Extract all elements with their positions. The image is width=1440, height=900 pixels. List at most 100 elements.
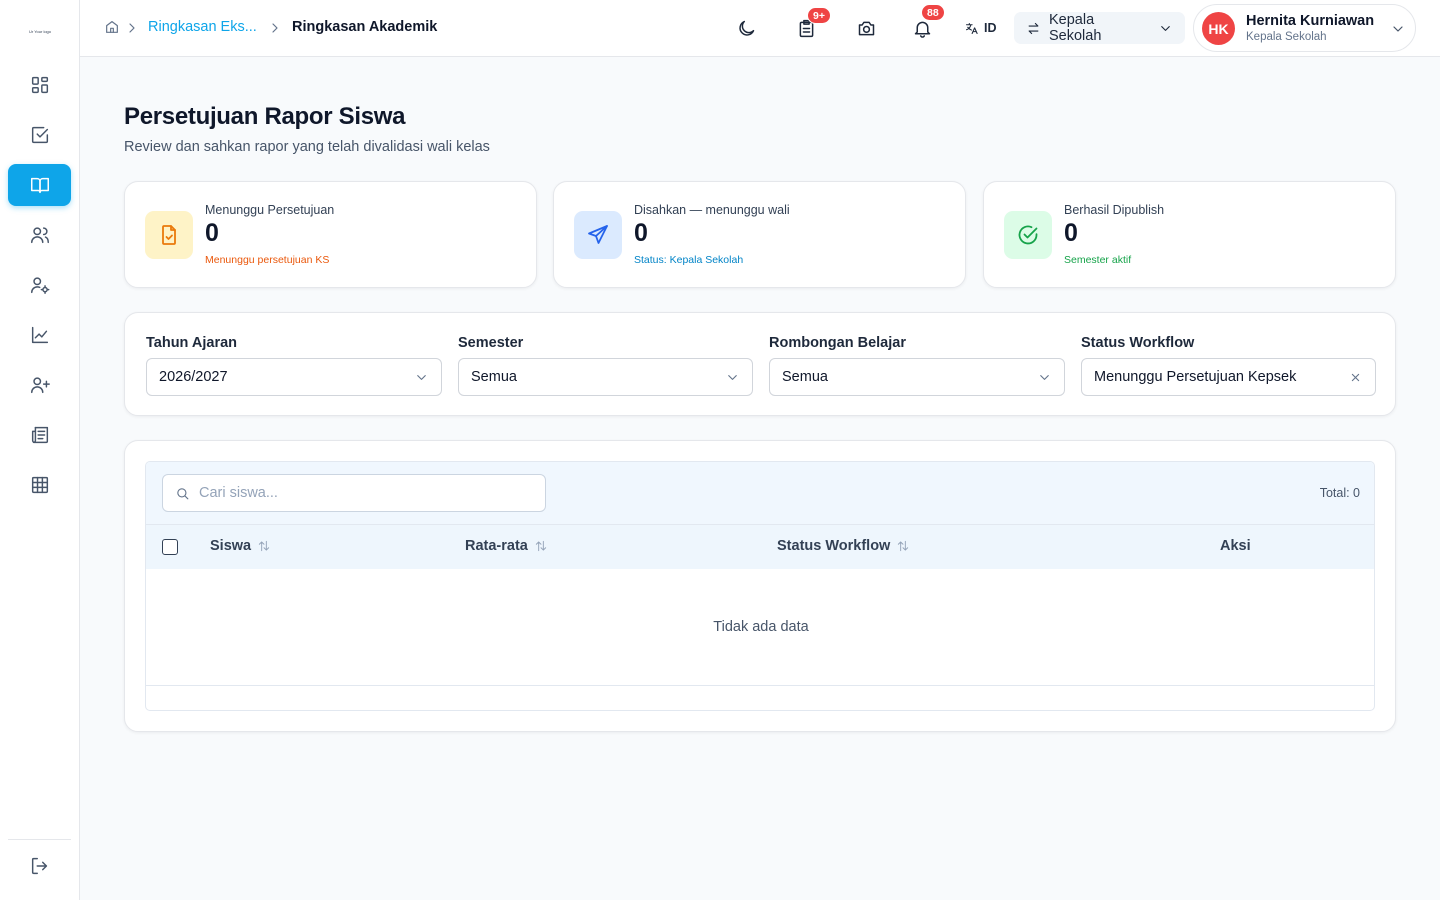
search-icon (177, 488, 189, 500)
tasks-notification-button[interactable]: 9+ (792, 7, 831, 42)
user-role: Kepala Sekolah (1246, 31, 1327, 43)
translate-icon (965, 22, 978, 34)
breadcrumb-home[interactable] (104, 19, 120, 35)
stat-card-approved: Disahkan — menunggu wali 0 Status: Kepal… (553, 181, 966, 288)
camera-button[interactable] (852, 14, 880, 42)
stat-note: Semester aktif (1064, 254, 1132, 266)
sidebar-item-grid[interactable] (8, 464, 71, 506)
column-label: Aksi (1220, 538, 1251, 554)
stat-card-pending: Menunggu Persetujuan 0 Menunggu persetuj… (124, 181, 537, 288)
avatar: HK (1202, 12, 1235, 45)
sidebar-item-tasks[interactable] (8, 114, 71, 156)
chart-line-icon (31, 326, 48, 344)
user-menu[interactable]: HK Hernita Kurniawan Kepala Sekolah (1193, 4, 1416, 52)
chevron-down-icon (1161, 25, 1170, 31)
file-check-icon (162, 225, 176, 245)
tasks-badge: 9+ (807, 7, 831, 24)
user-plus-icon (30, 377, 50, 394)
chevron-right-icon (267, 20, 283, 36)
filter-value: Semua (782, 369, 828, 385)
check-circle-icon (1018, 225, 1038, 245)
stat-value: 0 (634, 219, 648, 247)
app-logo: Ur Your logo (28, 29, 51, 34)
role-switch-label: Kepala Sekolah (1049, 12, 1102, 44)
sidebar-item-user-settings[interactable] (8, 264, 71, 306)
camera-icon (858, 21, 874, 35)
page-title: Persetujuan Rapor Siswa (124, 103, 406, 130)
book-open-icon (30, 177, 49, 194)
language-label: ID (984, 21, 997, 35)
chevron-down-icon (1390, 21, 1406, 37)
filter-year-select[interactable]: 2026/2027 (146, 358, 442, 396)
sort-icon (535, 540, 546, 552)
chevron-down-icon (725, 370, 740, 385)
theme-toggle-button[interactable] (732, 14, 760, 42)
language-switch[interactable]: ID (964, 19, 997, 37)
total-count: Total: 0 (1319, 486, 1360, 500)
stat-value: 0 (205, 219, 219, 247)
filter-value: Menunggu Persetujuan Kepsek (1094, 369, 1297, 385)
select-all-checkbox[interactable] (162, 539, 178, 555)
checkbox-icon (31, 126, 48, 144)
sidebar-item-analytics[interactable] (8, 314, 71, 356)
chevron-down-icon (1037, 370, 1052, 385)
page-subtitle: Review dan sahkan rapor yang telah dival… (124, 139, 490, 155)
stat-card-published: Berhasil Dipublish 0 Semester aktif (983, 181, 1396, 288)
home-icon (106, 21, 118, 33)
role-switch-dropdown[interactable]: Kepala Sekolah (1014, 12, 1185, 44)
search-box[interactable] (162, 474, 546, 512)
column-header-student[interactable]: Siswa (210, 538, 271, 554)
sidebar-divider (8, 839, 71, 840)
stat-icon-wrap (145, 211, 193, 259)
users-icon (30, 227, 49, 244)
sidebar-item-users[interactable] (8, 214, 71, 256)
filter-label-semester: Semester (458, 335, 524, 351)
table-header: Siswa Rata-rata Status Workflow Aksi (146, 525, 1374, 569)
filter-class-select[interactable]: Semua (769, 358, 1065, 396)
topbar: Ringkasan Eks... Ringkasan Akademik 9+ 8… (80, 0, 1440, 57)
sidebar-item-news[interactable] (8, 414, 71, 456)
sidebar-item-dashboard[interactable] (8, 64, 71, 106)
user-cog-icon (30, 277, 49, 294)
breadcrumb-parent[interactable]: Ringkasan Eks... (148, 19, 257, 35)
stat-label: Berhasil Dipublish (1064, 203, 1165, 217)
table-toolbar: Total: 0 (146, 462, 1374, 525)
filter-status-select[interactable]: Menunggu Persetujuan Kepsek (1081, 358, 1376, 396)
empty-state: Tidak ada data (146, 569, 1374, 686)
sidebar-item-add-user[interactable] (8, 364, 71, 406)
stat-label: Disahkan — menunggu wali (634, 203, 790, 217)
dashboard-icon (31, 76, 48, 94)
stat-icon-wrap (1004, 211, 1052, 259)
switch-arrows-icon (1028, 22, 1039, 34)
column-label: Rata-rata (465, 538, 528, 554)
filter-label-class: Rombongan Belajar (769, 335, 906, 351)
filter-label-status: Status Workflow (1081, 335, 1195, 351)
sidebar: Ur Your logo (0, 0, 80, 900)
notifications-button[interactable]: 88 (908, 4, 945, 42)
filter-value: 2026/2027 (159, 369, 228, 385)
stat-icon-wrap (574, 211, 622, 259)
notifications-badge: 88 (921, 4, 945, 21)
stat-label: Menunggu Persetujuan (205, 203, 335, 217)
stat-note: Status: Kepala Sekolah (634, 254, 744, 266)
sidebar-item-academic[interactable] (8, 164, 71, 206)
filter-semester-select[interactable]: Semua (458, 358, 753, 396)
chevron-right-icon (124, 20, 140, 36)
table-card: Total: 0 Siswa Rata-rata Status Workflow… (124, 440, 1396, 732)
column-label: Siswa (210, 538, 252, 554)
clear-icon[interactable] (1348, 370, 1363, 385)
grid-icon (31, 476, 48, 494)
sort-icon (898, 540, 909, 552)
search-input[interactable] (199, 483, 529, 503)
sort-icon (258, 540, 270, 552)
stat-note: Menunggu persetujuan KS (205, 254, 330, 266)
column-label: Status Workflow (777, 538, 891, 554)
chevron-down-icon (414, 370, 429, 385)
filter-panel: Tahun Ajaran 2026/2027 Semester Semua Ro… (124, 312, 1396, 416)
stat-value: 0 (1064, 219, 1078, 247)
column-header-average[interactable]: Rata-rata (465, 538, 548, 554)
newspaper-icon (31, 426, 48, 444)
logout-button[interactable] (8, 845, 71, 887)
moon-icon (738, 20, 754, 36)
column-header-status[interactable]: Status Workflow (777, 538, 910, 554)
